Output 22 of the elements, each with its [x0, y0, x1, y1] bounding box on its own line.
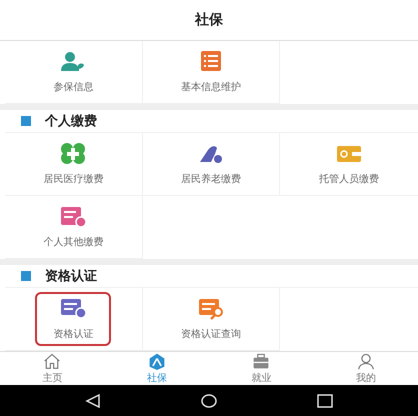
menu-tile[interactable]: 托管人员缴费 — [313, 137, 386, 191]
menu-tile[interactable]: 居民医疗缴费 — [37, 137, 110, 191]
tab-bar-item[interactable]: 主页 — [0, 352, 104, 385]
tab-bar-item[interactable]: 社保 — [104, 352, 209, 385]
menu-tile[interactable]: 资格认证查询 — [174, 292, 247, 346]
menu-tile[interactable]: 参保信息 — [47, 45, 100, 99]
home-icon — [42, 352, 62, 370]
user-icon — [356, 352, 376, 370]
screen-title: 社保 — [195, 11, 223, 29]
bill-icon — [58, 205, 88, 229]
section-heading: 资格认证 — [45, 268, 97, 285]
tab-bar-item[interactable]: 我的 — [314, 352, 418, 385]
recents-icon[interactable] — [317, 394, 333, 408]
briefcase-icon — [251, 352, 272, 370]
back-icon[interactable] — [85, 394, 101, 408]
home-circle-icon[interactable] — [201, 394, 217, 408]
menu-tile[interactable]: 个人其他缴费 — [37, 200, 110, 254]
tab-bar-item[interactable]: 就业 — [209, 352, 314, 385]
section-heading: 个人缴费 — [45, 113, 97, 130]
menu-tile[interactable]: 资格认证 — [35, 292, 112, 346]
menu-tile[interactable]: 居民养老缴费 — [174, 137, 247, 191]
menu-tile[interactable]: 基本信息维护 — [174, 45, 247, 99]
